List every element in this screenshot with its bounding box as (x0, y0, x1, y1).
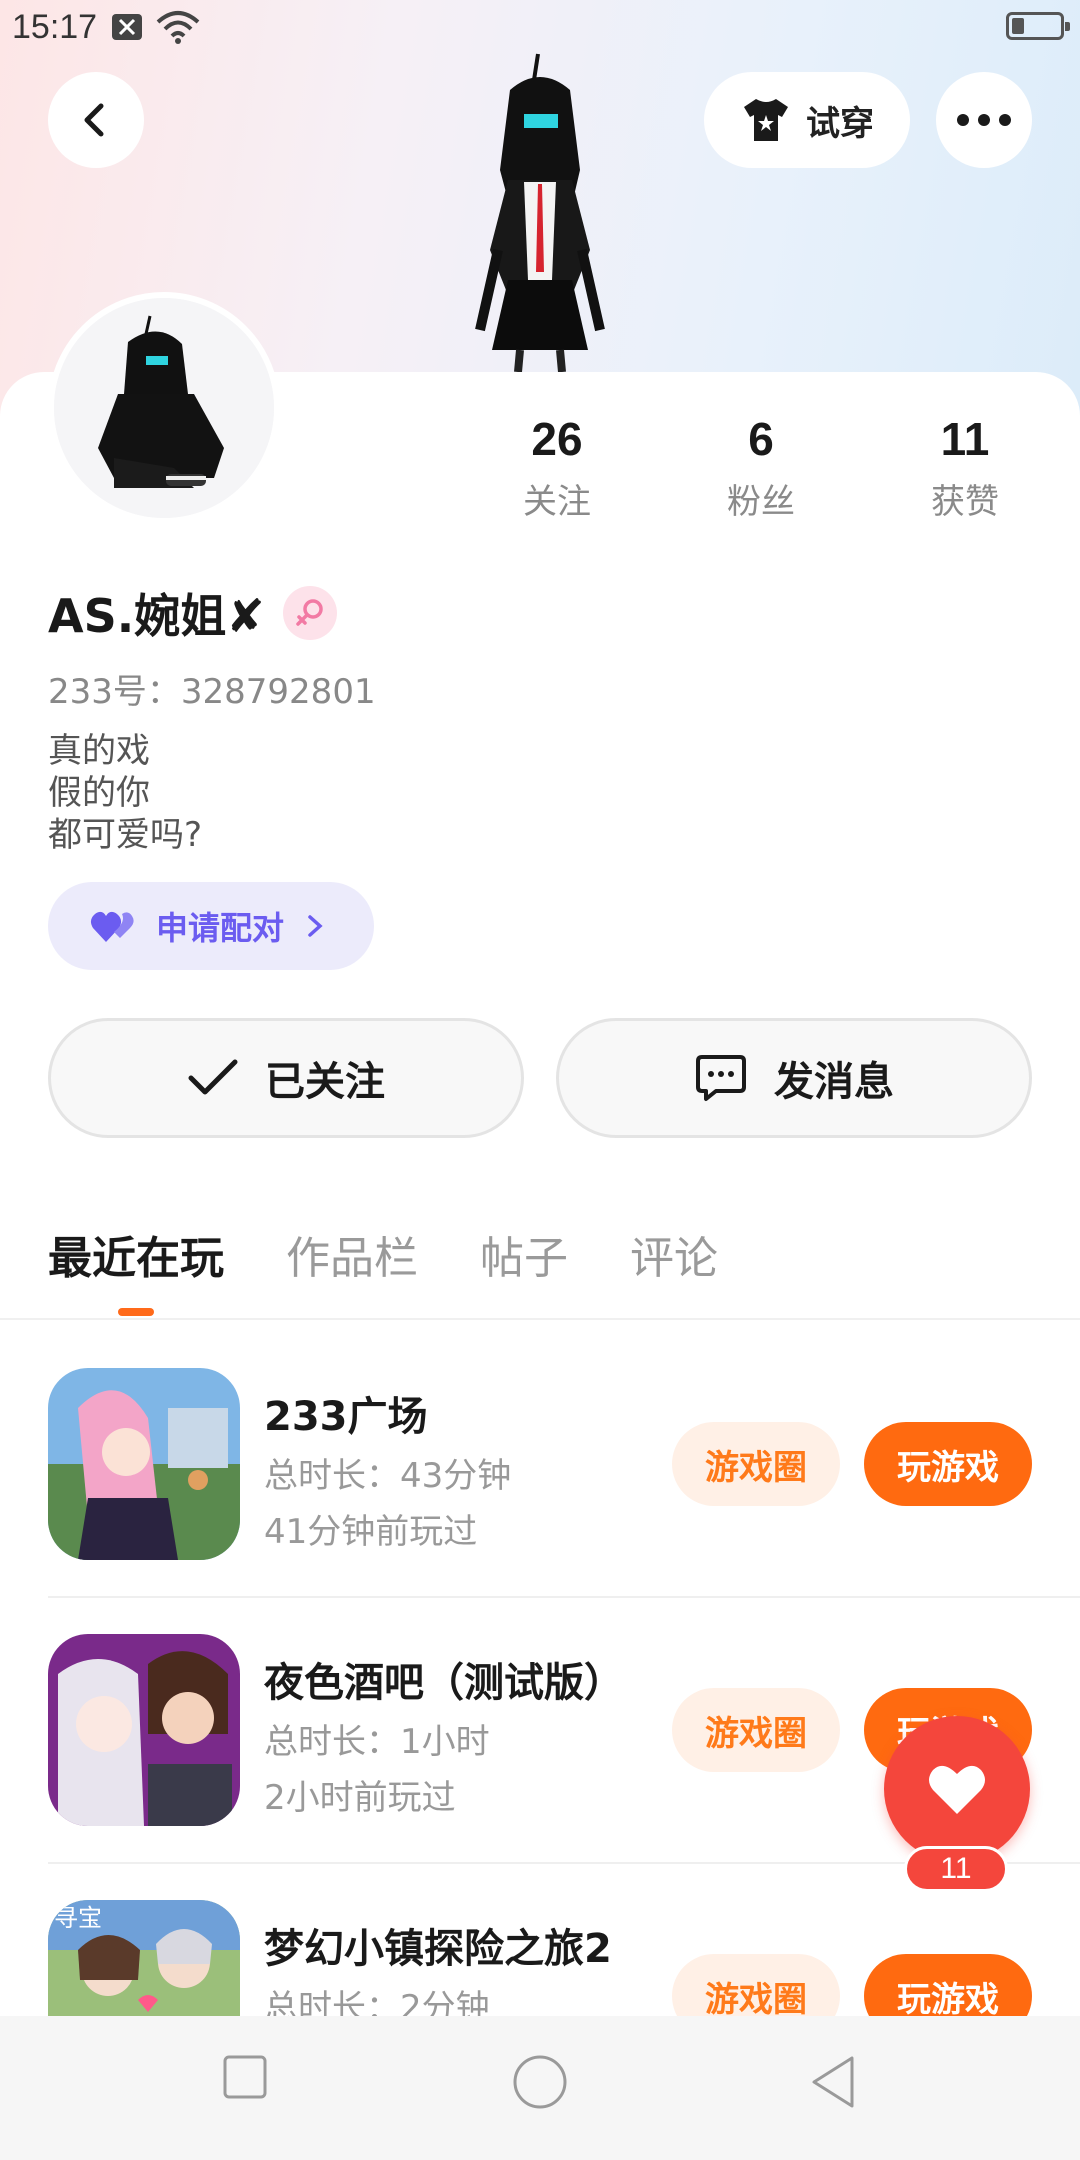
tab-posts[interactable]: 帖子 (480, 1222, 568, 1286)
game-circle-button[interactable]: 游戏圈 (672, 1422, 840, 1506)
checkmark-icon (188, 1059, 238, 1095)
like-count-badge: 11 (904, 1846, 1008, 1892)
try-on-label: 试穿 (806, 103, 874, 144)
stat-fans[interactable]: 6 粉丝 (681, 412, 841, 523)
stat-likes[interactable]: 11 获赞 (885, 412, 1045, 523)
game-duration: 总时长：1小时 (264, 1722, 490, 1762)
more-icon (957, 114, 1011, 126)
row-divider (48, 1596, 1080, 1598)
game-circle-button[interactable]: 游戏圈 (672, 1688, 840, 1772)
chevron-right-icon (308, 915, 323, 937)
game-icon-label: 寻宝 (54, 1904, 102, 1932)
list-item[interactable]: 233广场 总时长：43分钟 41分钟前玩过 游戏圈 玩游戏 (48, 1368, 1032, 1560)
chevron-left-icon (84, 103, 104, 137)
back-button[interactable] (48, 72, 144, 168)
user-name: AS.婉姐✘ (48, 589, 265, 643)
try-on-button[interactable]: 试穿 (704, 72, 910, 168)
back-nav-icon[interactable] (808, 2054, 858, 2110)
stat-following-label: 关注 (523, 482, 591, 522)
battery-icon (1006, 12, 1070, 40)
more-button[interactable] (936, 72, 1032, 168)
chat-bubble-icon (696, 1055, 746, 1101)
double-heart-icon (90, 911, 134, 942)
tab-recently-played[interactable]: 最近在玩 (48, 1222, 224, 1286)
user-id: 233号：328792801 (48, 672, 376, 712)
home-icon[interactable] (512, 2054, 568, 2110)
stat-following-value: 26 (531, 413, 583, 465)
following-label: 已关注 (265, 1059, 385, 1105)
bio: 真的戏 假的你 都可爱吗? (48, 730, 202, 856)
tshirt-icon (744, 99, 788, 141)
send-message-label: 发消息 (774, 1059, 894, 1105)
game-icon-image (48, 1634, 240, 1826)
stat-fans-label: 粉丝 (727, 482, 795, 522)
notification-icon (112, 14, 142, 40)
active-tab-indicator (118, 1308, 154, 1316)
like-button[interactable] (884, 1716, 1030, 1862)
tab-comments[interactable]: 评论 (630, 1222, 718, 1286)
status-time: 15:17 (12, 8, 98, 46)
profile-tabs: 最近在玩 作品栏 帖子 评论 (48, 1222, 718, 1286)
character-avatar-image (475, 53, 605, 372)
game-title: 梦幻小镇探险之旅2 (264, 1926, 612, 1972)
system-nav-bar (0, 2016, 1080, 2160)
heart-icon (929, 1765, 985, 1814)
wifi-icon (156, 10, 200, 48)
tabs-divider (0, 1318, 1080, 1320)
bio-line: 都可爱吗? (48, 815, 203, 855)
avatar[interactable] (48, 292, 280, 524)
game-last-played: 41分钟前玩过 (264, 1512, 478, 1552)
game-title: 夜色酒吧（测试版） (264, 1660, 624, 1706)
stat-likes-value: 11 (940, 413, 990, 465)
stat-following[interactable]: 26 关注 (477, 412, 637, 523)
avatar-image (54, 298, 274, 518)
recent-apps-icon[interactable] (222, 2054, 268, 2100)
game-icon-image (48, 1368, 240, 1560)
bio-line: 真的戏 (48, 731, 150, 771)
stat-likes-label: 获赞 (931, 482, 999, 522)
apply-pair-label: 申请配对 (156, 909, 285, 947)
send-message-button[interactable]: 发消息 (556, 1018, 1032, 1138)
stat-fans-value: 6 (748, 413, 774, 465)
female-gender-icon (282, 586, 337, 640)
following-button[interactable]: 已关注 (48, 1018, 524, 1138)
tab-works[interactable]: 作品栏 (286, 1222, 418, 1286)
game-duration: 总时长：43分钟 (264, 1456, 512, 1496)
name-row: AS.婉姐✘ (48, 580, 337, 646)
bio-line: 假的你 (48, 773, 150, 813)
play-game-button[interactable]: 玩游戏 (864, 1422, 1032, 1506)
apply-pair-button[interactable]: 申请配对 (48, 882, 374, 970)
game-last-played: 2小时前玩过 (264, 1778, 456, 1818)
status-bar: 15:17 (0, 0, 1080, 56)
game-title: 233广场 (264, 1394, 428, 1440)
